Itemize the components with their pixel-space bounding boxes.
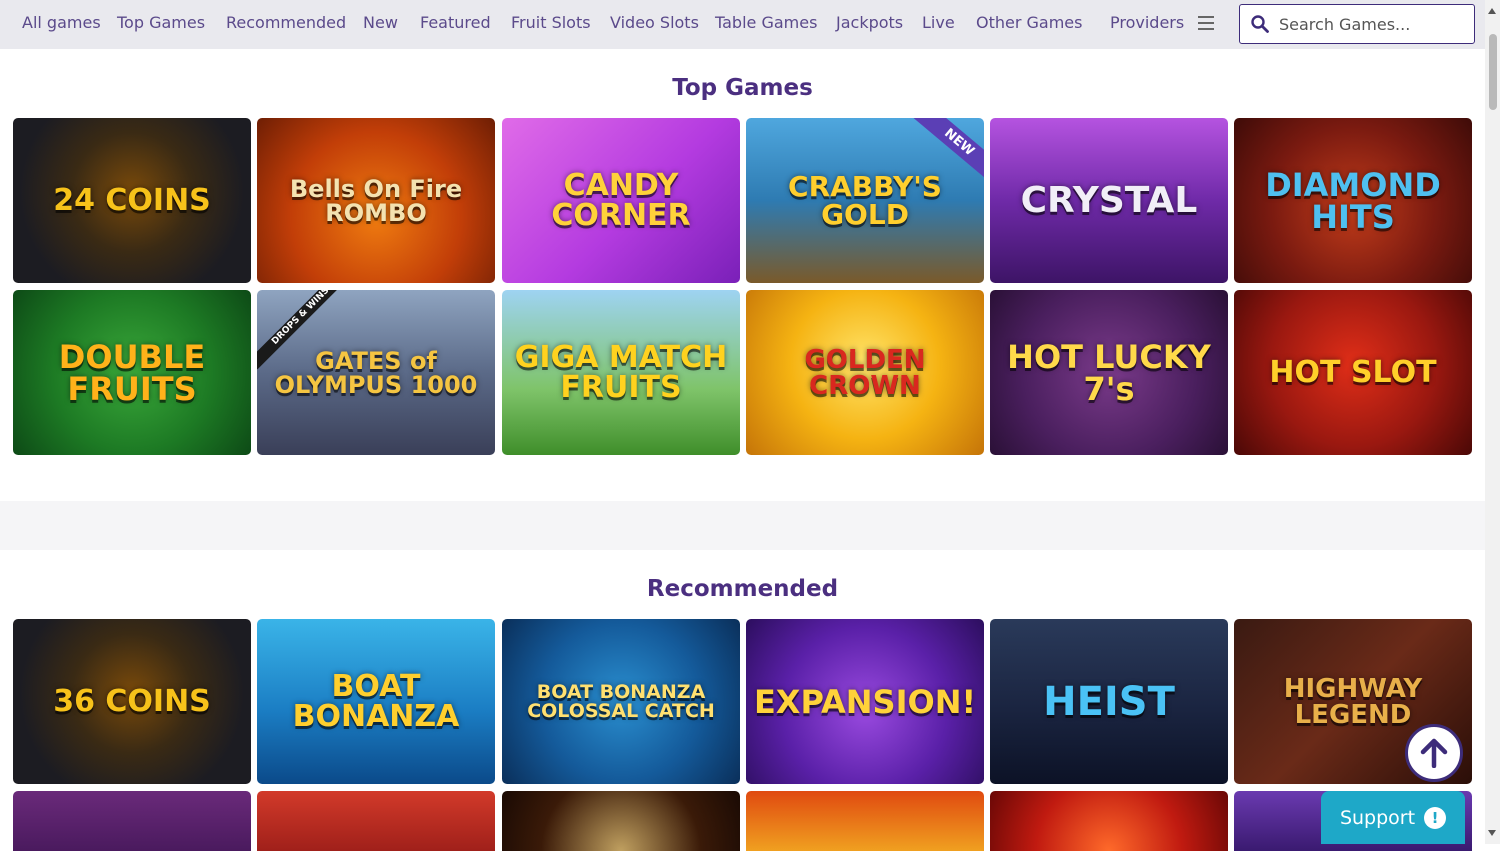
game-tile-double-fruits[interactable]: DOUBLE FRUITS: [13, 290, 251, 455]
game-tile-partial[interactable]: [746, 791, 984, 851]
game-title: CRABBY'S GOLD: [788, 169, 942, 231]
nav-item-featured[interactable]: Featured: [420, 13, 491, 32]
game-title: BOAT BONANZA: [292, 668, 460, 734]
section-title-top-games: Top Games: [672, 75, 813, 101]
arrow-up-icon: [1420, 738, 1448, 768]
search-icon: [1251, 15, 1269, 33]
nav-item-fruit-slots[interactable]: Fruit Slots: [511, 13, 591, 32]
game-tile-giga-match-fruits[interactable]: GIGA MATCH FRUITS: [502, 290, 740, 455]
nav-item-top-games[interactable]: Top Games: [117, 13, 205, 32]
game-tile-boat-bonanza-colossal-catch[interactable]: BOAT BONANZA COLOSSAL CATCH: [502, 619, 740, 784]
support-label: Support: [1339, 806, 1416, 829]
section-divider: [0, 501, 1485, 550]
game-tile-partial[interactable]: [502, 791, 740, 851]
game-title: HIGHWAY LEGEND: [1283, 673, 1423, 730]
scroll-up-arrow-icon[interactable]: [1488, 8, 1496, 14]
nav-item-recommended[interactable]: Recommended: [226, 13, 346, 32]
nav-item-table-games[interactable]: Table Games: [715, 13, 817, 32]
game-title: HEIST: [1043, 678, 1175, 725]
game-tile-crystal-hall[interactable]: CRYSTAL: [990, 118, 1228, 283]
top-nav: All games Top Games Recommended New Feat…: [0, 0, 1485, 49]
game-tile-partial[interactable]: [990, 791, 1228, 851]
game-title: 36 COINS: [53, 683, 211, 719]
back-to-top-button[interactable]: [1405, 724, 1463, 782]
scrollbar[interactable]: [1485, 0, 1500, 844]
game-tile-candy-corner[interactable]: CANDY CORNER: [502, 118, 740, 283]
nav-item-jackpots[interactable]: Jackpots: [836, 13, 903, 32]
nav-item-new[interactable]: New: [363, 13, 398, 32]
search-input[interactable]: [1279, 14, 1459, 34]
game-title: Bells On Fire ROMBO: [289, 174, 463, 227]
nav-item-live[interactable]: Live: [922, 13, 955, 32]
game-title: CANDY CORNER: [551, 167, 691, 233]
game-tile-boat-bonanza[interactable]: BOAT BONANZA: [257, 619, 495, 784]
game-tile-heist-bank-rush[interactable]: HEIST: [990, 619, 1228, 784]
hamburger-icon[interactable]: [1198, 16, 1214, 30]
nav-item-video-slots[interactable]: Video Slots: [610, 13, 699, 32]
game-tile-golden-crown[interactable]: GOLDEN CROWN: [746, 290, 984, 455]
game-tile-24-coins[interactable]: 24 COINS: [13, 118, 251, 283]
game-tile-bells-on-fire[interactable]: Bells On Fire ROMBO: [257, 118, 495, 283]
nav-item-providers[interactable]: Providers: [1110, 13, 1184, 32]
game-tile-expansion[interactable]: EXPANSION!: [746, 619, 984, 784]
support-button[interactable]: Support !: [1321, 791, 1465, 844]
game-tile-36-coins[interactable]: 36 COINS: [13, 619, 251, 784]
game-title: HOT SLOT: [1269, 354, 1437, 390]
game-title: BOAT BONANZA COLOSSAL CATCH: [527, 680, 715, 722]
nav-item-other-games[interactable]: Other Games: [976, 13, 1082, 32]
game-title: GOLDEN CROWN: [804, 344, 926, 401]
game-tile-diamond-hits[interactable]: DIAMOND HITS: [1234, 118, 1472, 283]
scroll-thumb[interactable]: [1489, 34, 1497, 110]
game-tile-gates-of-olympus[interactable]: GATES of OLYMPUS 1000 DROPS & WINS: [257, 290, 495, 455]
game-title: 24 COINS: [53, 182, 211, 218]
game-title: CRYSTAL: [1020, 179, 1198, 221]
search-box[interactable]: [1239, 4, 1475, 44]
game-title: DOUBLE FRUITS: [58, 337, 206, 408]
section-title-recommended: Recommended: [646, 576, 839, 602]
game-tile-crabbys-gold[interactable]: CRABBY'S GOLD NEW: [746, 118, 984, 283]
game-tile-hot-slot[interactable]: HOT SLOT: [1234, 290, 1472, 455]
scroll-down-arrow-icon[interactable]: [1488, 830, 1496, 836]
exclamation-icon: !: [1424, 806, 1447, 829]
nav-item-all-games[interactable]: All games: [22, 13, 101, 32]
game-tile-partial[interactable]: [257, 791, 495, 851]
game-title: EXPANSION!: [753, 682, 977, 721]
game-tile-hot-lucky-7s[interactable]: HOT LUCKY 7's: [990, 290, 1228, 455]
game-tile-partial[interactable]: [13, 791, 251, 851]
game-title: HOT LUCKY 7's: [1007, 337, 1211, 408]
game-title: GIGA MATCH FRUITS: [514, 339, 728, 405]
game-title: DIAMOND HITS: [1265, 165, 1441, 236]
game-title: GATES of OLYMPUS 1000: [274, 346, 478, 399]
